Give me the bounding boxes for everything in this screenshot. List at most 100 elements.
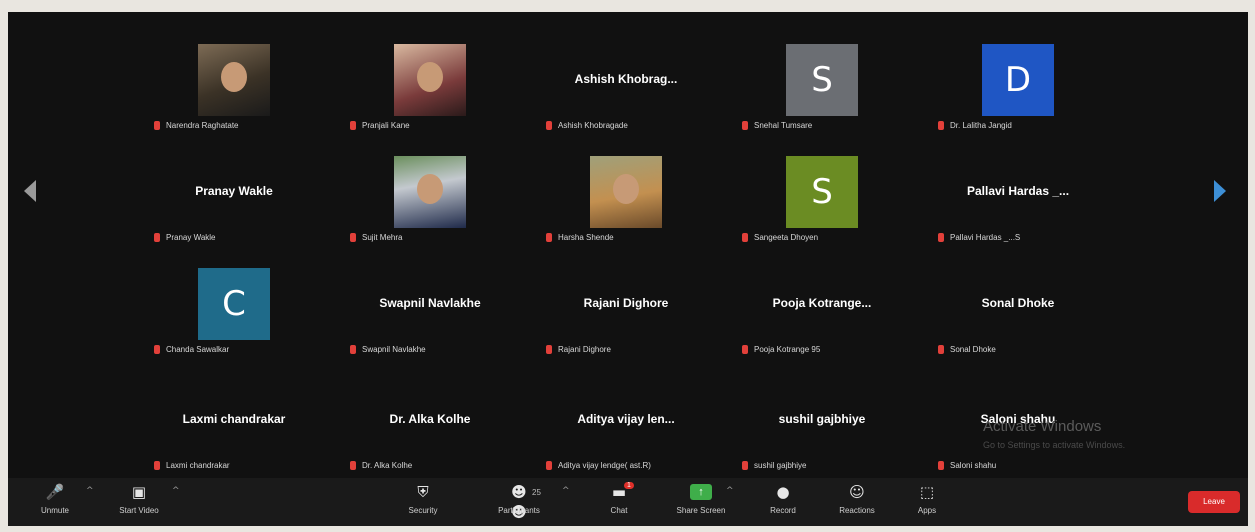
muted-mic-icon [350,461,356,470]
muted-mic-icon [742,121,748,130]
participant-tile[interactable]: Swapnil Navlakhe Swapnil Navlakhe [332,248,528,360]
video-options-chevron-icon[interactable]: ^ [172,486,180,496]
audio-options-chevron-icon[interactable]: ^ [86,486,94,496]
participant-tile[interactable]: S Sangeeta Dhoyen [724,136,920,248]
start-video-button[interactable]: ▣ Start Video [104,482,174,515]
participant-name: Rajani Dighore [558,345,611,354]
participant-tile[interactable]: Laxmi chandrakar Laxmi chandrakar [136,364,332,476]
participant-display-name: Swapnil Navlakhe [379,296,481,310]
participant-name-label: Dr. Lalitha Jangid [938,121,1012,130]
muted-mic-icon [350,345,356,354]
participant-tile[interactable]: Rajani Dighore Rajani Dighore [528,248,724,360]
next-page-arrow-icon[interactable] [1214,180,1226,202]
participant-tile[interactable]: Pooja Kotrange... Pooja Kotrange 95 [724,248,920,360]
participant-display-name: Rajani Dighore [583,296,669,310]
participant-name-label: Swapnil Navlakhe [350,345,426,354]
muted-mic-icon: 🎤 [45,483,65,501]
smiley-icon: ☺ [849,483,865,501]
share-options-chevron-icon[interactable]: ^ [726,486,734,496]
participant-tile[interactable]: Pranay Wakle Pranay Wakle [136,136,332,248]
avatar-photo [198,44,270,116]
participants-button[interactable]: ☻☻ Participants 25 [484,482,554,521]
participant-tile[interactable]: S Snehal Tumsare [724,24,920,136]
participant-display-name: Pranay Wakle [195,184,273,198]
muted-mic-icon [154,233,160,242]
participant-name-label: Laxmi chandrakar [154,461,230,470]
participant-name: Pallavi Hardas _...S [950,233,1021,242]
record-label: Record [770,506,796,515]
participant-tile[interactable]: Pallavi Hardas _... Pallavi Hardas _...S [920,136,1116,248]
participant-tile[interactable]: Ashish Khobrag... Ashish Khobragade [528,24,724,136]
participant-name: Snehal Tumsare [754,121,813,130]
participant-name-label: Rajani Dighore [546,345,611,354]
participant-name: sushil gajbhiye [754,461,807,470]
unmute-button[interactable]: 🎤 Unmute [20,482,90,515]
participant-name: Chanda Sawalkar [166,345,230,354]
avatar: D [982,44,1054,116]
participant-tile[interactable]: Harsha Shende [528,136,724,248]
reactions-button[interactable]: ☺ Reactions [822,482,892,515]
participant-tile[interactable]: Pranjali Kane [332,24,528,136]
muted-mic-icon [350,233,356,242]
participant-name-label: Saloni shahu [938,461,996,470]
participant-tile[interactable]: Dr. Alka Kolhe Dr. Alka Kolhe [332,364,528,476]
participant-tile[interactable]: Sujit Mehra [332,136,528,248]
leave-button[interactable]: Leave [1188,491,1240,513]
participant-tile[interactable]: C Chanda Sawalkar [136,248,332,360]
participant-name: Swapnil Navlakhe [362,345,426,354]
muted-mic-icon [742,233,748,242]
participants-label: Participants [498,506,540,515]
record-button[interactable]: ● Record [748,482,818,515]
participant-name-label: Narendra Raghatate [154,121,239,130]
participant-name: Dr. Lalitha Jangid [950,121,1012,130]
activate-windows-subtitle: Go to Settings to activate Windows. [983,440,1126,450]
participants-options-chevron-icon[interactable]: ^ [562,486,570,496]
face-shape [613,174,639,204]
muted-mic-icon [546,233,552,242]
participant-name-label: Ashish Khobragade [546,121,628,130]
face-shape [417,174,443,204]
chat-unread-badge: 1 [624,482,634,489]
security-label: Security [408,506,438,515]
participant-name-label: Chanda Sawalkar [154,345,229,354]
participant-tile[interactable]: Aditya vijay len... Aditya vijay lendge( … [528,364,724,476]
muted-mic-icon [742,345,748,354]
apps-label: Apps [917,506,937,515]
participant-name: Pooja Kotrange 95 [754,345,821,354]
reactions-label: Reactions [839,506,875,515]
participant-tile[interactable]: sushil gajbhiye sushil gajbhiye [724,364,920,476]
participant-name: Ashish Khobragade [558,121,628,130]
participant-tile[interactable]: Narendra Raghatate [136,24,332,136]
apps-button[interactable]: ⬚ Apps [892,482,962,515]
muted-mic-icon [154,345,160,354]
record-icon: ● [776,483,790,501]
participant-name: Saloni shahu [950,461,997,470]
participant-display-name: Pooja Kotrange... [772,296,872,310]
participant-tile[interactable]: D Dr. Lalitha Jangid [920,24,1116,136]
muted-mic-icon [546,121,552,130]
participant-name-label: Sujit Mehra [350,233,402,242]
participant-tile[interactable]: Sonal Dhoke Sonal Dhoke [920,248,1116,360]
avatar: S [786,156,858,228]
muted-mic-icon [742,461,748,470]
muted-mic-icon [938,233,944,242]
muted-mic-icon [938,345,944,354]
meeting-toolbar: 🎤 Unmute ^ ▣ Start Video ^ ⛨ Security ☻☻… [8,478,1248,526]
participant-display-name: sushil gajbhiye [778,412,866,426]
muted-mic-icon [938,461,944,470]
participant-name: Dr. Alka Kolhe [362,461,413,470]
face-shape [417,62,443,92]
avatar-photo [394,156,466,228]
participant-name-label: Dr. Alka Kolhe [350,461,412,470]
security-button[interactable]: ⛨ Security [388,482,458,515]
avatar-photo [590,156,662,228]
apps-icon: ⬚ [919,483,935,501]
participant-display-name: Sonal Dhoke [981,296,1055,310]
participant-display-name: Laxmi chandrakar [182,412,286,426]
muted-mic-icon [938,121,944,130]
previous-page-arrow-icon[interactable] [24,180,36,202]
participant-display-name: Ashish Khobrag... [574,72,678,86]
muted-mic-icon [546,461,552,470]
chat-button[interactable]: ▬ 1 Chat [584,482,654,515]
shield-icon: ⛨ [417,483,429,501]
